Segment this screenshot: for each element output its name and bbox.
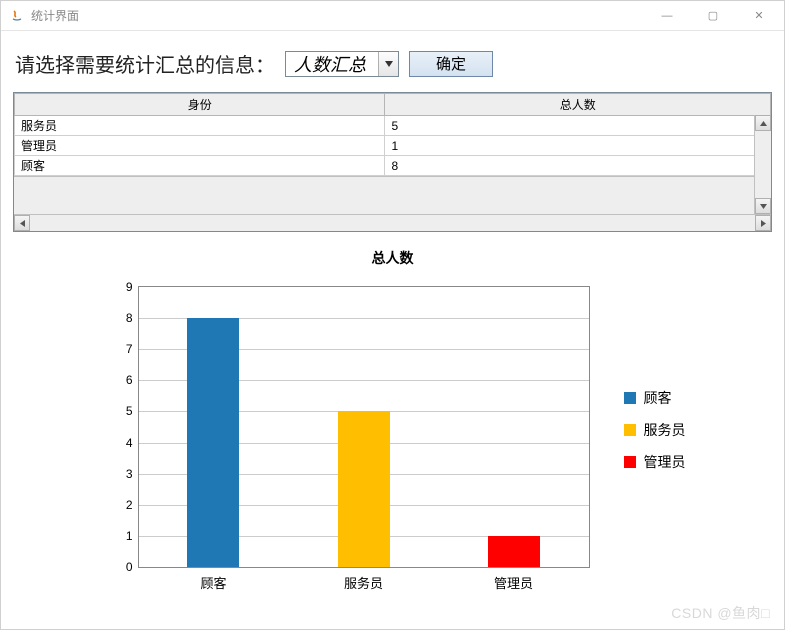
stat-type-combo[interactable]: 人数汇总	[285, 51, 399, 77]
y-tick: 5	[126, 404, 133, 418]
window-maximize-button[interactable]: ▢	[690, 1, 736, 31]
legend-item: 管理员	[624, 452, 686, 472]
scroll-up-icon[interactable]	[755, 115, 771, 131]
java-icon	[9, 8, 25, 24]
table-row[interactable]: 管理员 1	[15, 136, 771, 156]
scroll-left-icon[interactable]	[14, 215, 30, 231]
scroll-right-icon[interactable]	[755, 215, 771, 231]
horizontal-scrollbar[interactable]	[14, 214, 771, 231]
results-table: 身份 总人数 服务员 5 管理员 1 顾客 8	[13, 92, 772, 232]
table-row[interactable]: 服务员 5	[15, 116, 771, 136]
x-tick-label: 服务员	[344, 573, 383, 592]
window-minimize-button[interactable]: —	[644, 1, 690, 31]
y-tick: 4	[126, 436, 133, 450]
window-close-button[interactable]: ✕	[736, 1, 782, 31]
y-tick: 1	[126, 529, 133, 543]
title-bar: 统计界面 — ▢ ✕	[1, 1, 784, 31]
cell-role[interactable]: 顾客	[15, 156, 385, 176]
y-tick: 6	[126, 373, 133, 387]
cell-count[interactable]: 8	[385, 156, 771, 176]
cell-role[interactable]: 管理员	[15, 136, 385, 156]
bar	[338, 411, 390, 567]
y-tick: 8	[126, 311, 133, 325]
chart-title: 总人数	[372, 248, 414, 268]
cell-count[interactable]: 5	[385, 116, 771, 136]
chart-area: 总人数 0123456789顾客服务员管理员 顾客服务员管理员	[13, 248, 772, 598]
scroll-down-icon[interactable]	[755, 198, 771, 214]
x-tick-label: 管理员	[494, 573, 533, 592]
y-tick: 2	[126, 498, 133, 512]
y-tick: 9	[126, 280, 133, 294]
bar	[187, 318, 239, 567]
cell-count[interactable]: 1	[385, 136, 771, 156]
combo-selected-value: 人数汇总	[286, 52, 378, 76]
confirm-button[interactable]: 确定	[409, 51, 493, 77]
y-tick: 3	[126, 467, 133, 481]
table-row[interactable]: 顾客 8	[15, 156, 771, 176]
filter-row: 请选择需要统计汇总的信息： 人数汇总 确定	[13, 49, 772, 78]
legend-item: 服务员	[624, 420, 686, 440]
legend-label: 管理员	[644, 452, 686, 472]
bar-chart: 0 1 2 3 4 5 6 7 8 9 顾客 服务员 管理员	[100, 278, 600, 598]
bar	[488, 536, 540, 567]
legend-item: 顾客	[624, 388, 686, 408]
legend-label: 顾客	[644, 388, 672, 408]
x-tick-label: 顾客	[200, 573, 226, 592]
vertical-scrollbar[interactable]	[754, 115, 771, 214]
chevron-down-icon[interactable]	[378, 52, 398, 76]
y-tick: 0	[126, 560, 133, 574]
cell-role[interactable]: 服务员	[15, 116, 385, 136]
legend-swatch	[624, 456, 636, 468]
table-header-count[interactable]: 总人数	[385, 94, 771, 116]
table-header-role[interactable]: 身份	[15, 94, 385, 116]
legend-swatch	[624, 424, 636, 436]
legend-label: 服务员	[644, 420, 686, 440]
window-title: 统计界面	[31, 7, 79, 24]
watermark: CSDN @鱼肉□	[671, 603, 770, 623]
legend-swatch	[624, 392, 636, 404]
prompt-label: 请选择需要统计汇总的信息：	[15, 49, 275, 78]
chart-legend: 顾客服务员管理员	[624, 388, 686, 484]
y-tick: 7	[126, 342, 133, 356]
